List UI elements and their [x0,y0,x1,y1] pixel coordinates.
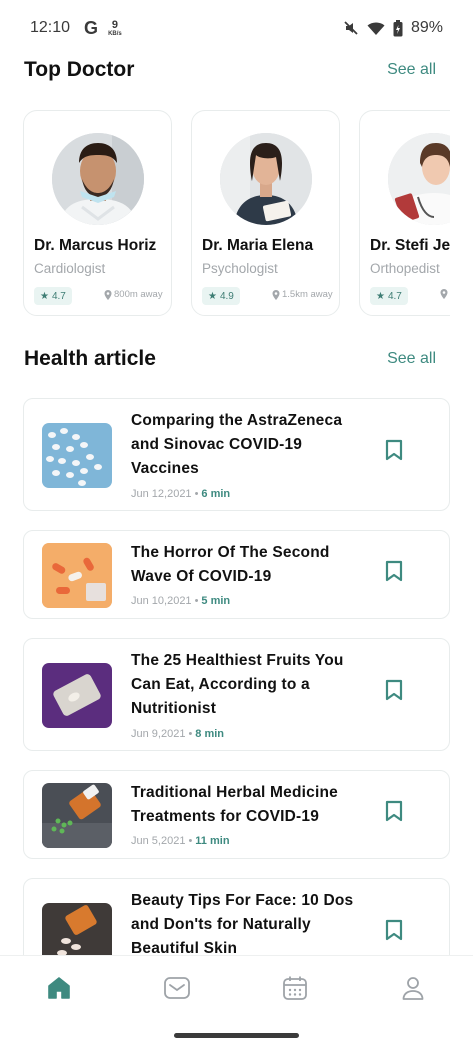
article-card[interactable]: The 25 Healthiest Fruits You Can Eat, Ac… [23,638,450,751]
status-bar: 12:10 G 9 KB/s 89% [0,0,473,56]
doctor-card[interactable]: Dr. Stefi Je Orthopedist ★ 4.7 [359,110,450,316]
bookmark-icon[interactable] [384,560,404,582]
health-article-see-all-link[interactable]: See all [387,350,436,368]
article-card[interactable]: The Horror Of The Second Wave Of COVID-1… [23,530,450,619]
article-read-time: 5 min [201,595,231,607]
article-meta: Jun 10,2021 • 5 min [131,595,230,607]
bookmark-icon[interactable] [384,439,404,461]
article-meta: Jun 5,2021 • 11 min [131,835,230,847]
star-icon: ★ [376,290,385,302]
doctor-avatar [388,133,450,225]
rating-value: 4.7 [387,290,402,302]
doctor-distance: 1.5km away [272,289,333,300]
top-doctor-title: Top Doctor [24,58,135,81]
doctor-name: Dr. Maria Elena [202,237,314,254]
distance-value: 800m away [114,289,163,300]
network-speed-value: 9 [111,18,118,31]
meta-separator: • [188,835,193,847]
top-doctor-header: Top Doctor See all [24,58,436,82]
doctor-specialty: Psychologist [202,261,278,276]
doctor-carousel[interactable]: Dr. Marcus Horiz Cardiologist ★ 4.7 800m… [23,110,450,316]
battery-percent: 89% [410,19,443,36]
article-title: Comparing the AstraZeneca and Sinovac CO… [131,412,343,477]
doctor-avatar [52,133,144,225]
meta-separator: • [188,728,193,740]
battery-icon [393,19,403,37]
home-indicator[interactable] [174,1033,299,1038]
article-title: Traditional Herbal Medicine Treatments f… [131,784,338,825]
home-icon [48,977,70,999]
rating-badge: ★ 4.9 [202,287,240,305]
rating-value: 4.7 [51,290,66,302]
google-icon: G [84,17,99,38]
health-article-title: Health article [24,347,156,370]
article-thumbnail [42,783,112,848]
top-doctor-see-all-link[interactable]: See all [387,61,436,79]
bookmark-icon[interactable] [384,919,404,941]
doctor-distance [440,289,450,299]
meta-separator: • [194,488,199,500]
doctor-name: Dr. Stefi Je [370,237,450,254]
article-read-time: 8 min [195,728,225,740]
article-date: Jun 5,2021 [131,835,186,847]
location-pin-icon [440,289,448,299]
doctor-avatar [220,133,312,225]
bookmark-icon[interactable] [384,800,404,822]
article-meta: Jun 12,2021 • 6 min [131,488,230,500]
rating-badge: ★ 4.7 [370,287,408,305]
star-icon: ★ [40,290,49,302]
bookmark-icon[interactable] [384,679,404,701]
article-date: Jun 12,2021 [131,488,192,500]
article-thumbnail [42,543,112,608]
profile-icon [402,977,424,1000]
doctor-card[interactable]: Dr. Marcus Horiz Cardiologist ★ 4.7 800m… [23,110,172,316]
doctor-specialty: Orthopedist [370,261,440,276]
nav-messages[interactable] [163,974,191,1002]
article-date: Jun 10,2021 [131,595,192,607]
article-read-time: 11 min [195,835,230,847]
star-icon: ★ [208,290,217,302]
article-thumbnail [42,423,112,488]
nav-profile[interactable] [399,974,427,1002]
network-speed: 9 KB/s [108,18,122,37]
article-title: The 25 Healthiest Fruits You Can Eat, Ac… [131,652,344,717]
location-pin-icon [104,289,112,300]
rating-value: 4.9 [219,290,234,302]
health-article-header: Health article See all [24,347,436,371]
meta-separator: • [194,595,199,607]
doctor-card[interactable]: Dr. Maria Elena Psychologist ★ 4.9 1.5km… [191,110,340,316]
article-meta: Jun 9,2021 • 8 min [131,728,224,740]
article-thumbnail [42,663,112,728]
wifi-icon [367,21,385,36]
article-card[interactable]: Traditional Herbal Medicine Treatments f… [23,770,450,859]
article-read-time: 6 min [201,488,231,500]
doctor-specialty: Cardiologist [34,261,106,276]
location-pin-icon [272,289,280,300]
article-title: The Horror Of The Second Wave Of COVID-1… [131,544,330,585]
article-card[interactable]: Comparing the AstraZeneca and Sinovac CO… [23,398,450,511]
messages-icon [164,977,190,999]
network-speed-unit: KB/s [108,30,122,37]
mute-icon [343,20,359,36]
doctor-name: Dr. Marcus Horiz [34,237,157,254]
article-date: Jun 9,2021 [131,728,186,740]
article-title: Beauty Tips For Face: 10 Dos and Don'ts … [131,892,354,957]
status-time: 12:10 [30,19,71,36]
nav-home[interactable] [45,974,73,1002]
calendar-icon [283,976,307,1000]
nav-calendar[interactable] [281,974,309,1002]
distance-value: 1.5km away [282,289,333,300]
rating-badge: ★ 4.7 [34,287,72,305]
doctor-distance: 800m away [104,289,163,300]
